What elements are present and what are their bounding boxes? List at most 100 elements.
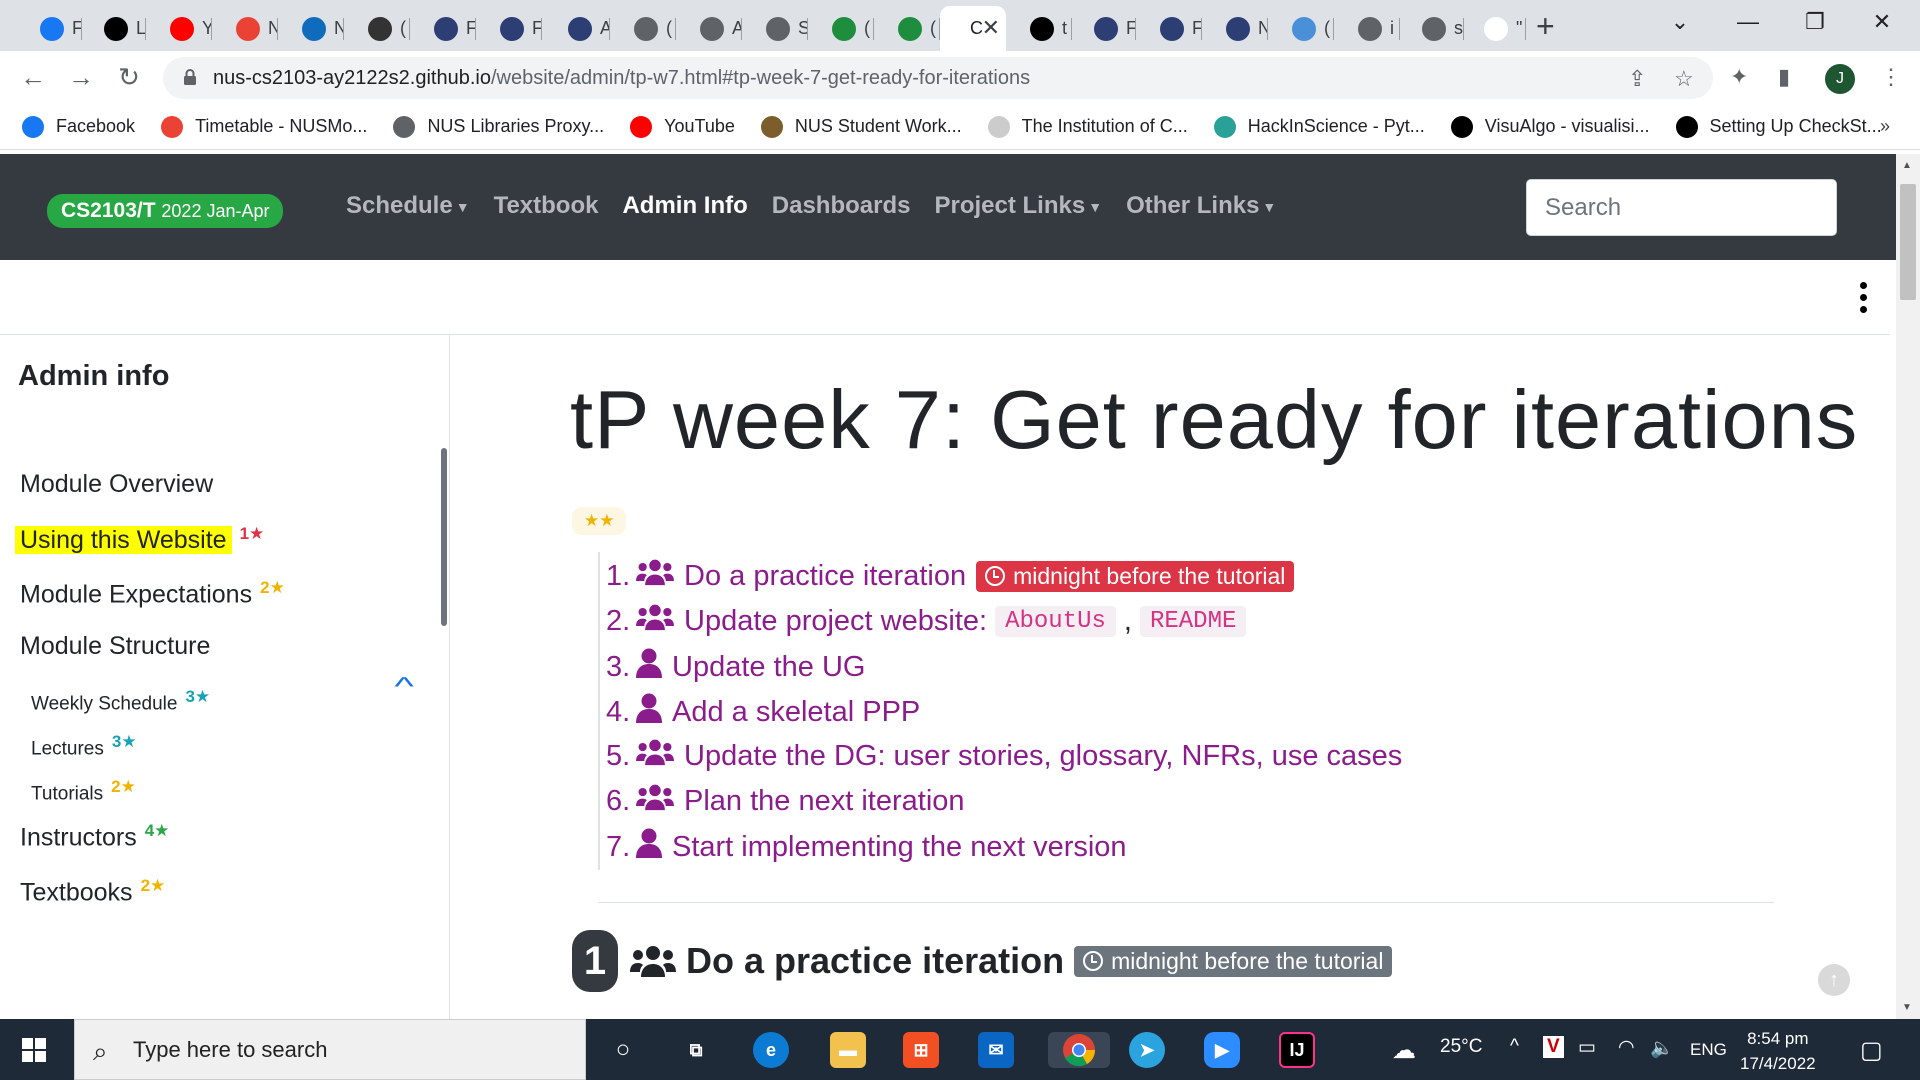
share-icon[interactable]: ⇪: [1628, 66, 1646, 92]
tray-chevron-icon[interactable]: ^: [1510, 1036, 1519, 1058]
new-tab-button[interactable]: +: [1536, 8, 1555, 44]
browser-tab[interactable]: s: [1400, 6, 1464, 51]
sidebar-item[interactable]: Instructors 4★: [20, 821, 169, 852]
chrome-menu-icon[interactable]: ⋮: [1880, 64, 1902, 90]
bookmark-item[interactable]: Setting Up CheckSt...: [1675, 115, 1882, 138]
browser-tab[interactable]: A: [678, 6, 742, 51]
browser-tab[interactable]: F: [18, 6, 82, 51]
forward-icon[interactable]: →: [65, 62, 97, 92]
sidebar-item[interactable]: Lectures 3★: [31, 732, 137, 760]
browser-tab[interactable]: F: [412, 6, 476, 51]
address-bar[interactable]: nus-cs2103-ay2122s2.github.io/website/ad…: [163, 57, 1713, 99]
telegram-icon[interactable]: ➤: [1129, 1032, 1165, 1068]
toc-item[interactable]: 7. Start implementing the next version: [606, 828, 1127, 866]
toc-item[interactable]: 6. Plan the next iteration: [606, 783, 965, 819]
battery-icon[interactable]: ▭: [1578, 1036, 1596, 1059]
minimize-button[interactable]: —: [1728, 6, 1768, 38]
side-panel-icon[interactable]: ▮: [1778, 64, 1790, 90]
site-search-input[interactable]: [1526, 179, 1837, 236]
edge-icon[interactable]: e: [753, 1032, 789, 1068]
sidebar-item[interactable]: Module Structure: [20, 632, 210, 661]
scroll-to-top-button[interactable]: ↑: [1818, 964, 1850, 996]
restore-button[interactable]: ❐: [1795, 6, 1835, 38]
browser-tab[interactable]: ": [1462, 6, 1526, 51]
site-brand[interactable]: CS2103/T 2022 Jan-Apr: [47, 194, 284, 228]
nav-link[interactable]: Project Links ▼: [934, 192, 1102, 220]
scroll-up-arrow-icon[interactable]: ▲: [1902, 160, 1912, 171]
microsoft-store-icon[interactable]: ⊞: [903, 1032, 939, 1068]
extensions-icon[interactable]: ✦: [1730, 64, 1748, 90]
sidebar-item[interactable]: Module Overview: [20, 470, 213, 499]
language-indicator[interactable]: ENG: [1690, 1040, 1727, 1060]
bookmark-item[interactable]: HackInScience - Pyt...: [1213, 115, 1425, 138]
page-scrollbar[interactable]: ▲ ▼: [1896, 154, 1920, 1019]
volume-icon[interactable]: 🔈: [1650, 1036, 1674, 1060]
browser-tab[interactable]: F: [1072, 6, 1136, 51]
browser-tab[interactable]: (: [346, 6, 410, 51]
browser-tab[interactable]: N: [214, 6, 278, 51]
bookmark-item[interactable]: Facebook: [22, 115, 135, 138]
browser-tab[interactable]: A: [546, 6, 610, 51]
browser-tab[interactable]: (: [1270, 6, 1334, 51]
browser-tab[interactable]: (: [876, 6, 940, 51]
bookmark-item[interactable]: NUS Libraries Proxy...: [393, 115, 604, 138]
nav-link[interactable]: Textbook: [494, 192, 599, 220]
browser-tab[interactable]: Y: [148, 6, 212, 51]
page-options-icon[interactable]: [1860, 282, 1874, 318]
bookmark-item[interactable]: The Institution of C...: [987, 115, 1188, 138]
vivaldi-tray-icon[interactable]: V: [1543, 1036, 1564, 1058]
reload-icon[interactable]: ↻: [113, 62, 145, 92]
system-clock[interactable]: 8:54 pm 17/4/2022: [1740, 1026, 1816, 1076]
toc-item[interactable]: 5. Update the DG: user stories, glossary,…: [606, 738, 1402, 774]
browser-tab[interactable]: C ✕: [940, 6, 1006, 51]
browser-tab[interactable]: L: [82, 6, 146, 51]
browser-tab[interactable]: (: [810, 6, 874, 51]
bookmark-item[interactable]: NUS Student Work...: [760, 115, 962, 138]
sidebar-item[interactable]: Tutorials 2★: [31, 777, 136, 805]
nav-link[interactable]: Schedule ▼: [346, 192, 470, 220]
browser-tab[interactable]: N: [280, 6, 344, 51]
close-tab-icon[interactable]: ✕: [982, 15, 1000, 41]
close-window-button[interactable]: ✕: [1862, 6, 1902, 38]
sidebar-item[interactable]: Using this Website 1★: [15, 524, 264, 555]
toc-item[interactable]: 4. Add a skeletal PPP: [606, 693, 920, 731]
windows-start-icon[interactable]: [22, 1038, 46, 1062]
browser-tab[interactable]: (: [612, 6, 676, 51]
notifications-icon[interactable]: ▢: [1860, 1036, 1883, 1065]
nav-link[interactable]: Dashboards: [772, 192, 911, 220]
cortana-icon[interactable]: ○: [605, 1032, 641, 1068]
sidebar-scrollbar[interactable]: [441, 448, 447, 626]
sidebar-item[interactable]: Module Expectations 2★: [20, 578, 285, 609]
intellij-icon[interactable]: IJ: [1279, 1032, 1315, 1068]
toc-item[interactable]: 3. Update the UG: [606, 648, 865, 686]
mail-icon[interactable]: ✉: [978, 1032, 1014, 1068]
bookmark-item[interactable]: Timetable - NUSMo...: [161, 115, 367, 138]
browser-tab[interactable]: t: [1008, 6, 1072, 51]
taskbar-search[interactable]: ⌕ Type here to search: [74, 1019, 586, 1080]
toc-item[interactable]: 2. Update project website: AboutUs, README: [606, 603, 1254, 639]
nav-link[interactable]: Admin Info: [622, 192, 747, 220]
profile-avatar[interactable]: J: [1825, 64, 1855, 94]
weather-icon[interactable]: ☁: [1392, 1036, 1416, 1065]
zoom-icon[interactable]: ▶: [1204, 1032, 1240, 1068]
task-view-icon[interactable]: ⧉: [678, 1032, 714, 1068]
browser-tab[interactable]: S: [744, 6, 808, 51]
browser-tab[interactable]: F: [478, 6, 542, 51]
file-explorer-icon[interactable]: ▬: [830, 1032, 866, 1068]
sidebar-item[interactable]: Weekly Schedule 3★: [31, 687, 210, 715]
back-icon[interactable]: ←: [17, 62, 49, 92]
nav-link[interactable]: Other Links ▼: [1126, 192, 1276, 220]
wifi-icon[interactable]: ◠: [1618, 1036, 1635, 1059]
browser-tab[interactable]: F: [1138, 6, 1202, 51]
chrome-taskbar-icon[interactable]: [1048, 1032, 1110, 1068]
chevron-up-icon[interactable]: ^: [394, 671, 414, 702]
browser-tab[interactable]: i: [1336, 6, 1400, 51]
bookmark-item[interactable]: YouTube: [630, 115, 735, 138]
weather-temp[interactable]: 25°C: [1440, 1036, 1482, 1058]
toc-item[interactable]: 1. Do a practice iteration midnight before…: [606, 558, 1295, 594]
sidebar-item[interactable]: Textbooks 2★: [20, 876, 165, 907]
bookmark-star-icon[interactable]: ☆: [1674, 66, 1694, 92]
bookmarks-overflow-button[interactable]: »: [1880, 116, 1890, 137]
browser-tab[interactable]: N: [1204, 6, 1268, 51]
scroll-down-arrow-icon[interactable]: ▼: [1902, 1002, 1912, 1013]
